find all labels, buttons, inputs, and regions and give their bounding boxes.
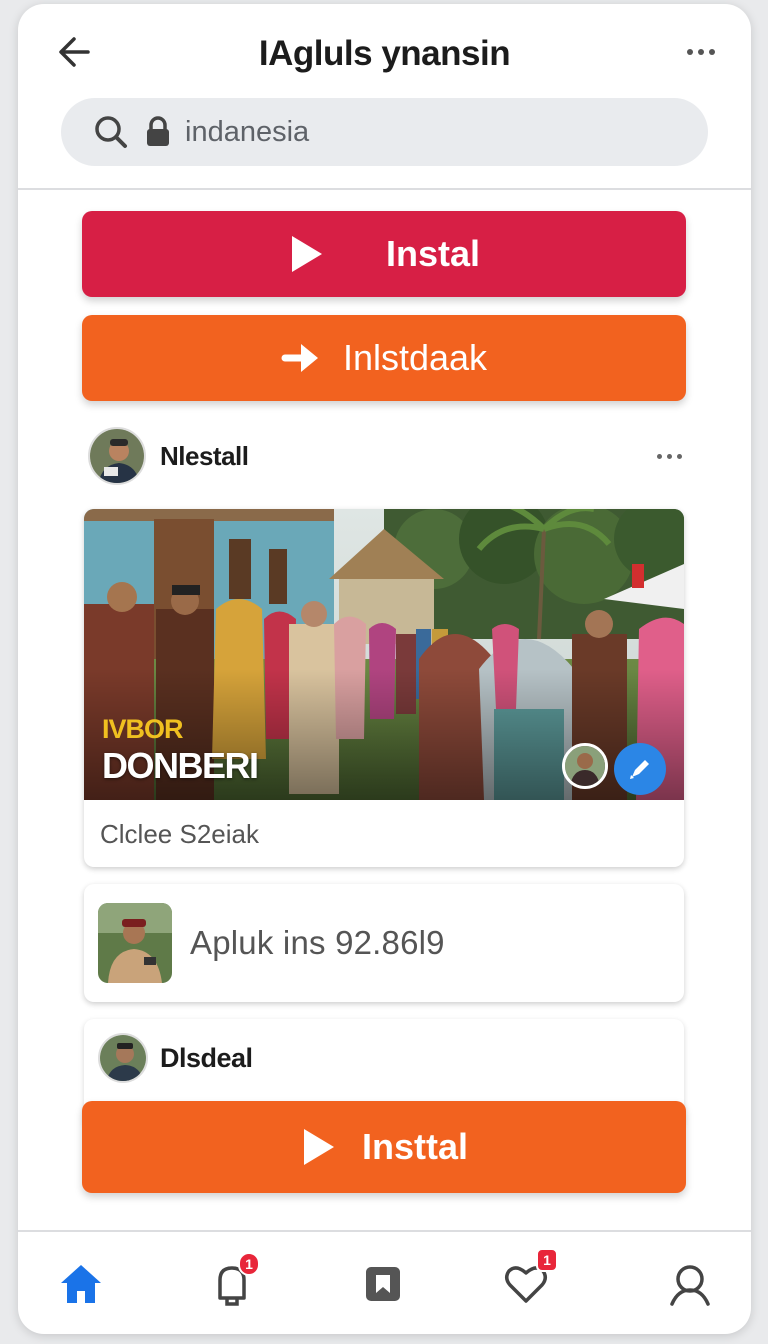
more-dots-icon <box>687 49 715 55</box>
phone-frame: IAgluls ynansin indanesia Instal Inlstda… <box>18 4 751 1334</box>
search-icon <box>95 116 127 148</box>
nav-saved[interactable] <box>353 1254 413 1314</box>
post-header: Nlestall <box>88 426 688 486</box>
top-bar: IAgluls ynansin <box>18 4 751 99</box>
image-overlay-title-small: IVBOR <box>102 714 184 744</box>
nav-profile[interactable] <box>660 1254 720 1314</box>
list-item[interactable]: Apluk ins 92.86l9 <box>84 884 684 1002</box>
install-button-bottom[interactable]: Insttal <box>82 1101 686 1193</box>
post-caption: Clclee S2eiak <box>100 819 259 849</box>
lock-icon <box>147 116 169 146</box>
more-options-button[interactable] <box>679 34 723 70</box>
edit-button[interactable] <box>614 743 666 795</box>
nav-notifications[interactable]: 1 <box>202 1252 262 1314</box>
post-author-name[interactable]: Nlestall <box>160 441 249 472</box>
likes-badge: 1 <box>536 1248 558 1272</box>
second-post-avatar[interactable] <box>98 1033 148 1083</box>
notifications-badge: 1 <box>238 1252 260 1276</box>
play-icon <box>300 1127 336 1167</box>
post-more-button[interactable] <box>657 453 682 459</box>
pencil-icon <box>630 760 649 779</box>
list-item-thumbnail <box>98 903 172 983</box>
second-post-author-name[interactable]: Dlsdeal <box>160 1043 253 1074</box>
install-button-red-label: Instal <box>385 233 481 274</box>
post-more-dots-icon <box>657 453 682 459</box>
image-tagged-avatar[interactable] <box>562 743 608 789</box>
second-post-header: Dlsdeal <box>98 1033 253 1083</box>
nav-home[interactable] <box>51 1254 111 1314</box>
install-button-orange-label: Inlstdaak <box>342 337 488 378</box>
play-icon <box>288 234 324 274</box>
header-divider <box>18 188 751 190</box>
bottom-navigation: 1 1 <box>18 1232 751 1334</box>
nav-likes[interactable]: 1 <box>496 1248 558 1314</box>
install-button-bottom-label: Insttal <box>361 1126 468 1167</box>
install-button-orange[interactable]: Inlstdaak <box>82 315 686 401</box>
bookmark-icon <box>366 1267 400 1301</box>
home-icon <box>61 1265 101 1303</box>
profile-icon <box>670 1265 710 1306</box>
post-image-card[interactable]: IVBOR DONBERI Clclee S2eiak <box>84 509 684 867</box>
page-title: IAgluls ynansin <box>258 34 511 73</box>
search-bar[interactable]: indanesia <box>61 98 708 166</box>
arrow-right-icon <box>281 340 321 376</box>
list-item-text: Apluk ins 92.86l9 <box>190 924 445 961</box>
search-input[interactable]: indanesia <box>185 116 309 149</box>
install-button-red[interactable]: Instal <box>82 211 686 297</box>
image-overlay-title-large: DONBERI <box>102 745 259 786</box>
author-avatar[interactable] <box>88 427 146 485</box>
